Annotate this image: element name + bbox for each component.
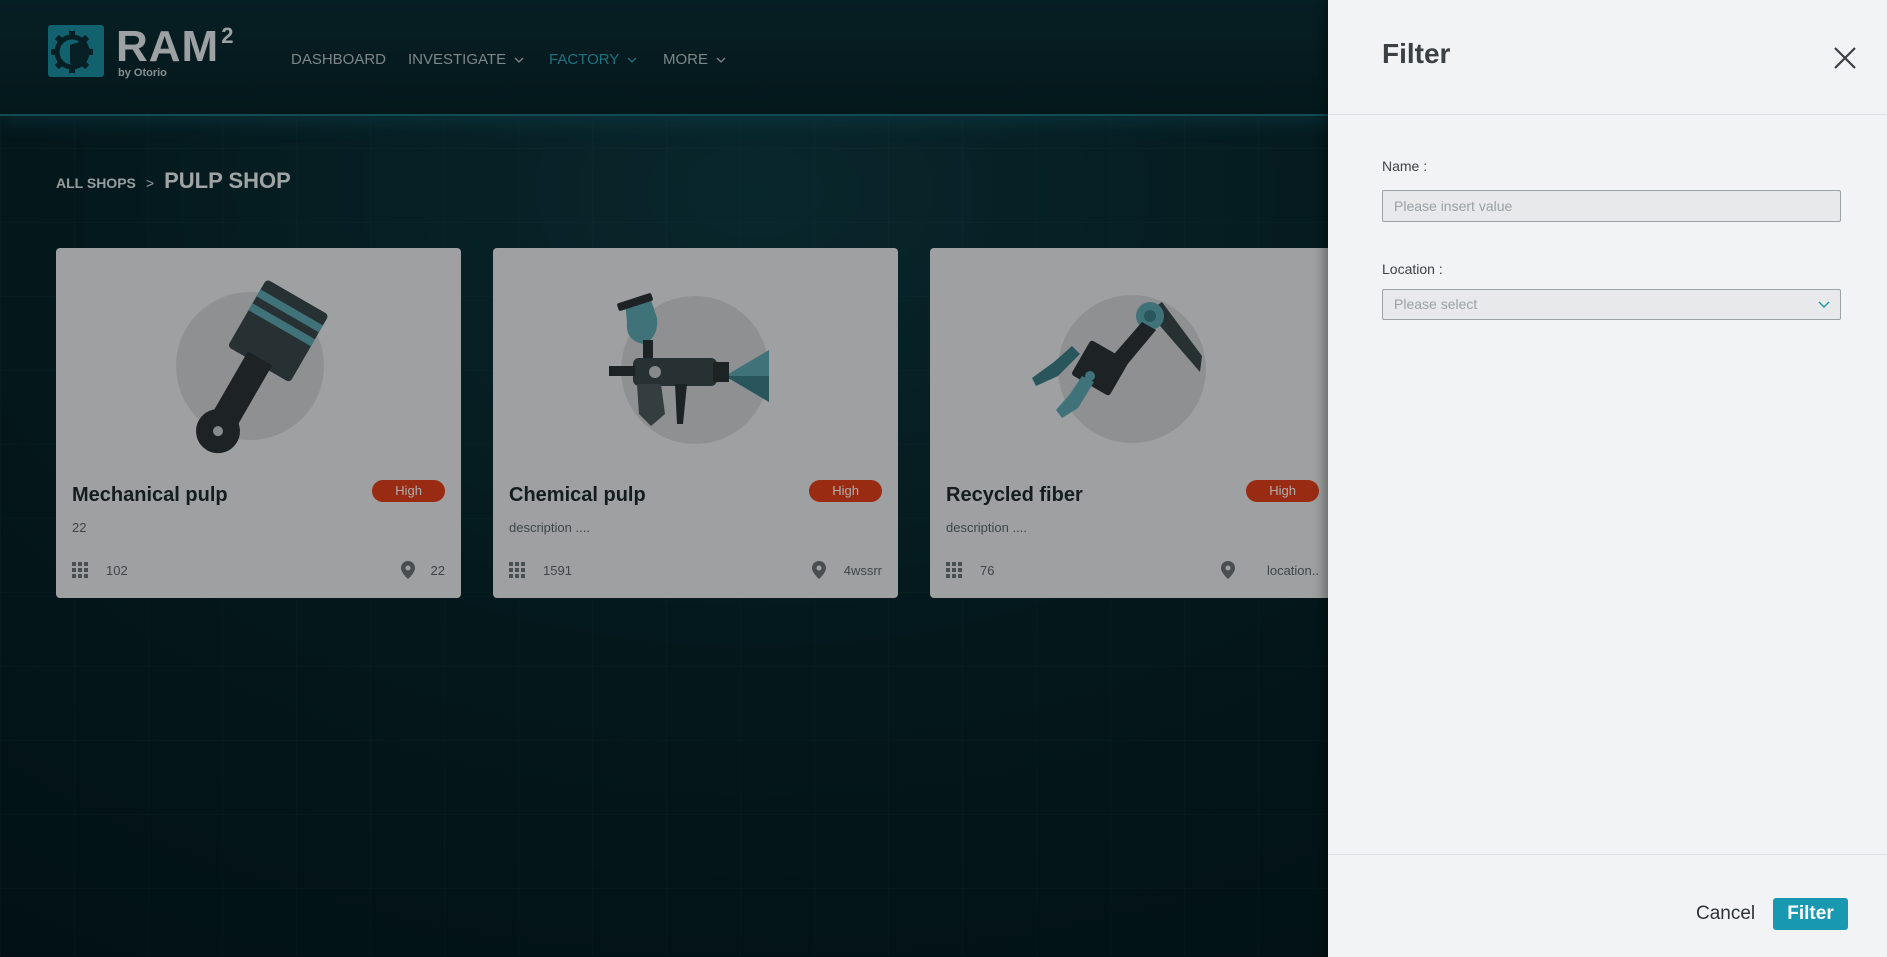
filter-panel-title: Filter [1382,38,1451,69]
name-input[interactable] [1382,190,1841,222]
close-icon[interactable] [1832,45,1858,71]
filter-button[interactable]: Filter [1773,898,1848,930]
panel-header-divider [1328,114,1887,115]
filter-panel: Filter Name : Location : Please select C… [1328,0,1887,957]
cancel-button[interactable]: Cancel [1690,898,1761,930]
location-field-label: Location : [1382,261,1443,277]
location-select[interactable]: Please select [1382,289,1841,320]
panel-footer-divider [1328,854,1887,855]
modal-backdrop[interactable] [0,0,1328,957]
name-field-label: Name : [1382,158,1428,174]
chevron-down-icon [1818,301,1830,308]
location-select-placeholder: Please select [1394,296,1478,312]
